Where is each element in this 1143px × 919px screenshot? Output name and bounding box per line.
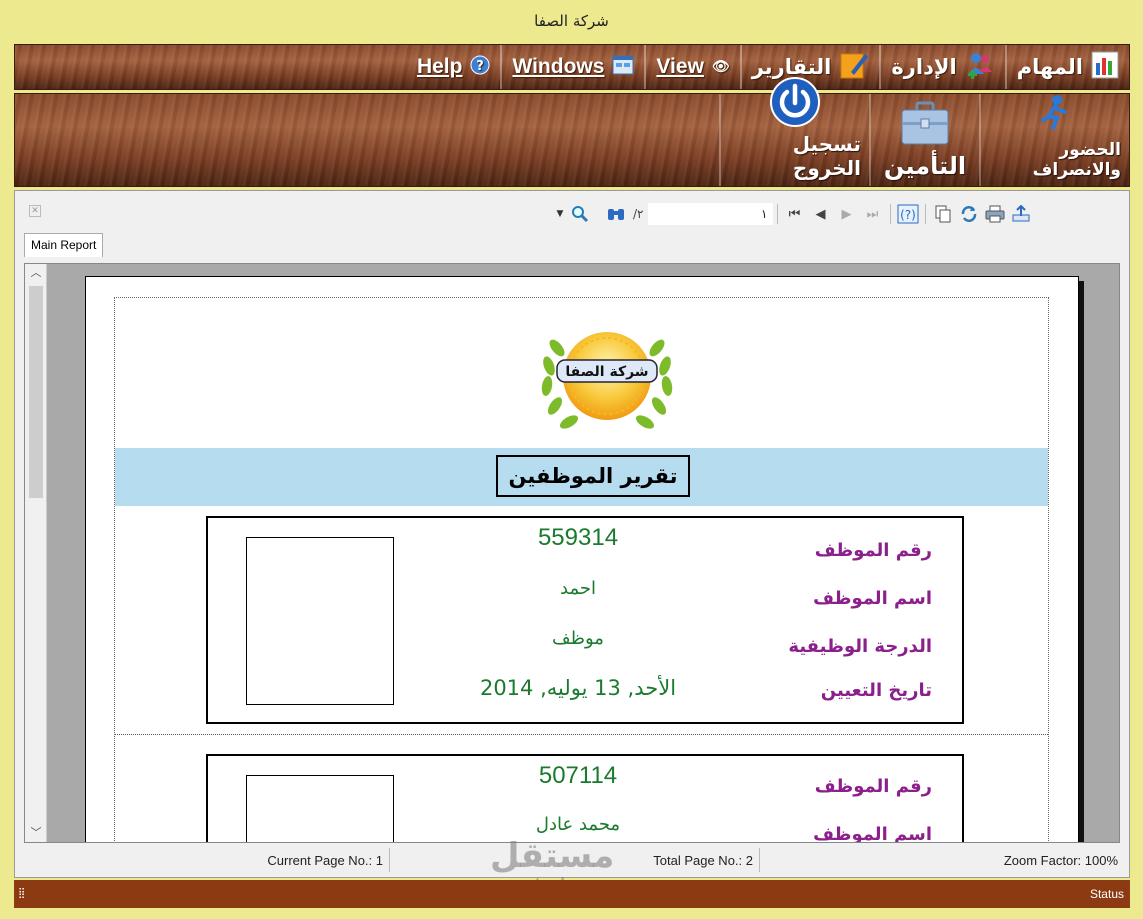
menu-windows-label: Windows [512,55,605,78]
briefcase-icon [899,100,951,152]
find-icon[interactable] [603,202,629,226]
export-icon[interactable] [1008,202,1034,226]
record-separator [115,734,1048,735]
next-page-icon[interactable]: ▶ [834,202,860,226]
report-canvas: ︿ ﹀ شركة الصفا تقرير الموظفين رقم الموظف… [24,263,1120,843]
eye-icon: 👁 [711,59,730,75]
report-frame: شركة الصفا تقرير الموظفين رقم الموظف اسم… [114,297,1049,843]
chart-icon [1091,51,1119,84]
employee-photo [246,775,394,842]
attendance-label: الحضور والانصراف [1032,140,1121,180]
hire-date-value: الأحد, 13 يوليه, 2014 [479,676,677,700]
svg-text:شركة الصفا: شركة الصفا [565,364,648,380]
refresh-icon[interactable] [956,202,982,226]
group-tree-icon[interactable]: (?) [895,202,921,226]
status-text: Status [1089,887,1124,901]
pencil-icon [839,50,869,85]
menu-tasks-label: المهام [1016,55,1083,79]
prev-page-icon[interactable]: ◀ [808,202,834,226]
scroll-thumb[interactable] [29,286,43,498]
page-total: /٢ [633,207,644,221]
emp-no-label: رقم الموظف [814,776,932,797]
menu-help[interactable]: Help ? [407,45,501,89]
zoom-icon[interactable] [567,202,593,226]
logout-label: تسجيل الخروج [792,132,861,180]
emp-no-value: 559314 [537,524,619,551]
menu-windows[interactable]: Windows [500,45,644,89]
grade-label: الدرجة الوظيفية [788,636,932,657]
grade-value: موظف [552,628,604,649]
runner-icon [1037,94,1073,136]
report-toolbar: ▼ /٢ ١ ⏮ ◀ ▶ ⏭ (?) [553,197,1123,231]
employee-card: رقم الموظف اسم الموظف 507114 محمد عادل [206,754,964,843]
main-toolbar: الحضور والانصراف التأمين تسجيل الخروج [14,77,1130,187]
hire-date-label: تاريخ التعيين [820,680,932,701]
print-icon[interactable] [982,202,1008,226]
menu-tasks[interactable]: المهام [1004,45,1129,89]
app-status-bar: ⣿ Status [14,880,1130,908]
employee-photo [246,537,394,705]
svg-text:?: ? [477,59,485,74]
zoom-dropdown[interactable]: ▼ [553,202,567,226]
zoom-status: Zoom Factor: 100% [1003,852,1118,868]
scroll-down-icon[interactable]: ﹀ [25,824,47,842]
attendance-button[interactable]: الحضور والانصراف [979,94,1129,186]
menu-view[interactable]: View 👁 [644,45,739,89]
menu-view-label: View [656,55,704,78]
svg-text:(?): (?) [900,208,916,222]
page-number-input[interactable]: ١ [647,203,773,225]
grip-icon: ⣿ [18,888,26,899]
emp-no-label: رقم الموظف [814,540,932,561]
employee-card: رقم الموظف اسم الموظف الدرجة الوظيفية تا… [206,516,964,724]
report-viewer: ✕ ▼ /٢ ١ ⏮ ◀ ▶ ⏭ (?) Main Report ︿ ﹀ شرك… [14,190,1130,878]
power-icon [769,76,821,132]
menu-help-label: Help [416,55,463,78]
logout-button[interactable]: تسجيل الخروج [719,77,869,186]
users-icon [965,50,995,85]
tab-main-report[interactable]: Main Report [24,233,104,257]
window-title: شركة الصفا [0,0,1143,42]
report-title-band: تقرير الموظفين [115,448,1048,506]
current-page-status: Current Page No.: 1 [20,848,390,872]
report-title: تقرير الموظفين [496,455,690,497]
vertical-scrollbar[interactable]: ︿ ﹀ [25,264,47,842]
insurance-label: التأمين [883,152,967,180]
emp-name-label: اسم الموظف [813,588,932,609]
window-icon [612,55,634,80]
company-logo: شركة الصفا [535,316,679,440]
copy-icon[interactable] [930,202,956,226]
menu-admin-label: الإدارة [891,55,957,79]
insurance-button[interactable]: التأمين [869,94,979,186]
menu-admin[interactable]: الإدارة [879,45,1004,89]
scroll-up-icon[interactable]: ︿ [25,264,47,282]
emp-name-value: احمد [560,578,596,599]
emp-name-value: محمد عادل [535,814,621,835]
watermark-arabic: مستقل [490,836,615,876]
first-page-icon[interactable]: ⏮ [782,202,808,226]
close-icon[interactable]: ✕ [29,205,41,217]
help-icon: ? [470,55,490,80]
report-page: شركة الصفا تقرير الموظفين رقم الموظف اسم… [85,276,1079,843]
menu-bar: المهام الإدارة التقارير View 👁 Windows H… [14,44,1130,90]
emp-name-label: اسم الموظف [813,824,932,843]
emp-no-value: 507114 [538,762,618,789]
last-page-icon[interactable]: ⏭ [860,202,886,226]
